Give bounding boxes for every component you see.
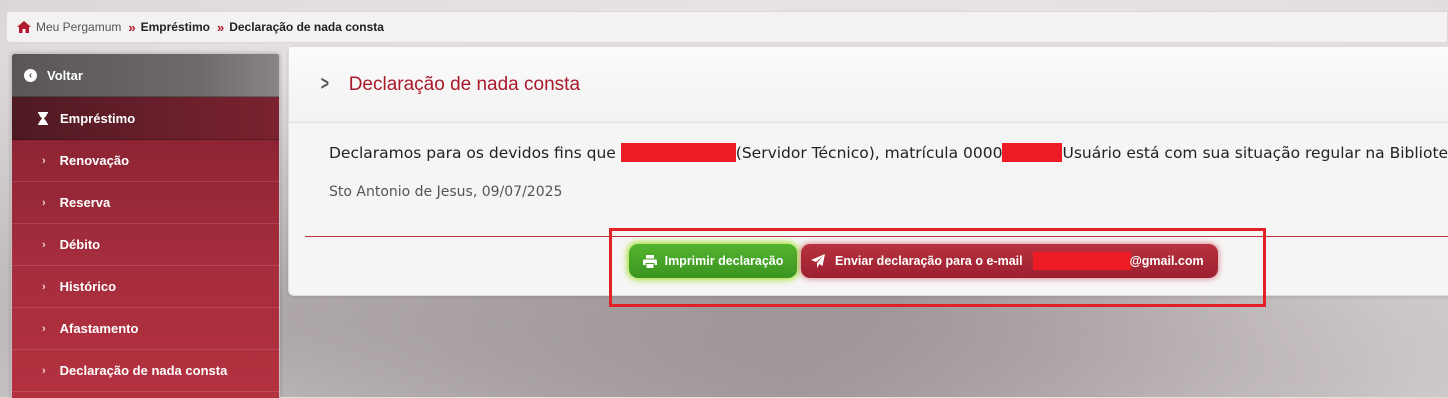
sidebar-section-emprestimo[interactable]: Empréstimo (12, 97, 279, 140)
home-icon (17, 21, 31, 33)
hourglass-icon (38, 111, 48, 125)
breadcrumb-home-label: Meu Pergamum (36, 20, 122, 34)
breadcrumb-current: Declaração de nada consta (229, 20, 384, 34)
sidebar-back-label: Voltar (47, 67, 83, 83)
declaration-suffix: Usuário está com sua situação regular na… (1062, 144, 1448, 162)
sidebar-item-historico[interactable]: › Histórico (12, 266, 279, 308)
arrow-left-circle-icon: ‹ (24, 68, 37, 82)
chevron-right-icon: > (320, 73, 329, 95)
highlight-box (609, 228, 1266, 307)
chevron-right-icon: › (42, 322, 46, 335)
sidebar-back-button[interactable]: ‹ Voltar (12, 54, 279, 97)
breadcrumb-home[interactable]: Meu Pergamum (17, 20, 121, 34)
chevron-right-icon: › (42, 154, 46, 167)
chevron-right-icon: › (42, 196, 46, 209)
place-date: Sto Antonio de Jesus, 09/07/2025 (329, 184, 563, 200)
sidebar-item-afastamento[interactable]: › Afastamento (12, 308, 279, 350)
sidebar-item-label: Reserva (59, 195, 111, 210)
chevron-right-icon: › (42, 238, 46, 251)
sidebar-section-label: Empréstimo (60, 110, 136, 126)
sidebar-item-label: Renovação (59, 153, 130, 168)
sidebar-item-label: Débito (59, 237, 101, 252)
breadcrumb-separator: » (216, 19, 224, 35)
redacted-name (620, 143, 736, 162)
breadcrumb: Meu Pergamum » Empréstimo » Declaração d… (6, 11, 1448, 43)
breadcrumb-emprestimo[interactable]: Empréstimo (141, 20, 210, 34)
sidebar-item-debito[interactable]: › Débito (12, 224, 279, 266)
chevron-right-icon: › (42, 280, 46, 293)
sidebar-item-reserva[interactable]: › Reserva (12, 182, 279, 224)
sidebar-item-declaracao[interactable]: › Declaração de nada consta (12, 350, 279, 392)
sidebar-item-label: Afastamento (59, 321, 139, 336)
panel-header: > Declaração de nada consta (289, 47, 1448, 123)
chevron-right-icon: › (42, 364, 46, 377)
sidebar-item-label: Histórico (59, 279, 117, 294)
redacted-registration (1002, 143, 1063, 162)
page-title: Declaração de nada consta (348, 73, 581, 95)
breadcrumb-separator: » (128, 19, 135, 35)
sidebar-item-renovacao[interactable]: › Renovação (12, 140, 279, 182)
declaration-role: (Servidor Técnico), matrícula 0000 (735, 144, 1003, 162)
declaration-text: Declaramos para os devidos fins que (Ser… (329, 143, 1448, 162)
sidebar-item-label: Declaração de nada consta (59, 363, 228, 378)
declaration-prefix: Declaramos para os devidos fins que (329, 144, 621, 162)
sidebar: ‹ Voltar Empréstimo › Renovação › Reserv… (11, 53, 280, 398)
